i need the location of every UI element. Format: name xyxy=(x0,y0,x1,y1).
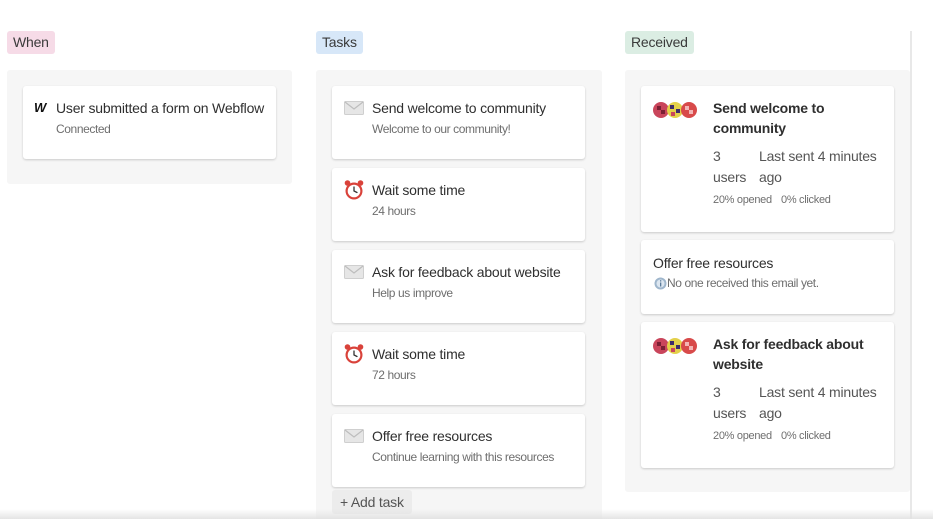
received-title: Offer free resources xyxy=(653,255,774,271)
trigger-status: Connected xyxy=(56,122,111,136)
empty-state-text: No one received this email yet. xyxy=(667,276,819,290)
scrollbar-track[interactable] xyxy=(910,31,912,519)
received-title: website xyxy=(713,356,763,372)
task-subtitle: Continue learning with this resources xyxy=(372,450,554,464)
envelope-icon xyxy=(344,265,364,279)
user-avatars xyxy=(653,102,697,118)
users-label: users xyxy=(713,169,747,185)
last-sent: Last sent 4 minutes xyxy=(759,148,877,164)
envelope-icon xyxy=(344,101,364,115)
bottom-edge-shadow xyxy=(0,509,933,519)
last-sent: ago xyxy=(759,169,782,185)
users-label: users xyxy=(713,405,747,421)
info-icon xyxy=(654,277,667,290)
webflow-logo-icon: W xyxy=(34,100,46,115)
opened-rate: 20% opened xyxy=(713,194,772,206)
column-label-when: When xyxy=(7,31,55,54)
column-label-received: Received xyxy=(625,31,694,54)
received-title: Send welcome to xyxy=(713,100,825,116)
task-card[interactable]: Offer free resources Continue learning w… xyxy=(332,414,585,487)
received-card-empty[interactable]: Offer free resources No one received thi… xyxy=(641,240,894,314)
received-title: community xyxy=(713,120,786,136)
clicked-rate: 0% clicked xyxy=(781,430,831,442)
trigger-title: User submitted a form on Webflow xyxy=(56,100,265,116)
column-label-tasks: Tasks xyxy=(316,31,363,54)
task-card[interactable]: Wait some time 24 hours xyxy=(332,168,585,241)
clicked-rate: 0% clicked xyxy=(781,194,831,206)
received-card[interactable]: Ask for feedback about website 3 users L… xyxy=(641,322,894,468)
task-title: Wait some time xyxy=(372,182,466,198)
users-count: 3 xyxy=(713,148,721,164)
task-title: Send welcome to community xyxy=(372,100,546,116)
received-column: Send welcome to community 3 users Last s… xyxy=(625,70,910,492)
task-subtitle: Help us improve xyxy=(372,286,453,300)
task-subtitle: 72 hours xyxy=(372,368,416,382)
alarm-clock-icon xyxy=(344,180,364,200)
user-avatars xyxy=(653,338,697,354)
when-column: W User submitted a form on Webflow Conne… xyxy=(7,70,292,184)
envelope-icon xyxy=(344,429,364,443)
last-sent: Last sent 4 minutes xyxy=(759,384,877,400)
task-card[interactable]: Send welcome to community Welcome to our… xyxy=(332,86,585,159)
task-subtitle: 24 hours xyxy=(372,204,416,218)
received-title: Ask for feedback about xyxy=(713,336,864,352)
task-subtitle: Welcome to our community! xyxy=(372,122,511,136)
task-title: Wait some time xyxy=(372,346,466,362)
last-sent: ago xyxy=(759,405,782,421)
task-title: Ask for feedback about website xyxy=(372,264,561,280)
task-title: Offer free resources xyxy=(372,428,493,444)
alarm-clock-icon xyxy=(344,344,364,364)
trigger-card[interactable]: W User submitted a form on Webflow Conne… xyxy=(23,86,276,159)
opened-rate: 20% opened xyxy=(713,430,772,442)
task-card[interactable]: Wait some time 72 hours xyxy=(332,332,585,405)
received-card[interactable]: Send welcome to community 3 users Last s… xyxy=(641,86,894,232)
task-card[interactable]: Ask for feedback about website Help us i… xyxy=(332,250,585,323)
tasks-column: Send welcome to community Welcome to our… xyxy=(316,70,602,519)
users-count: 3 xyxy=(713,384,721,400)
